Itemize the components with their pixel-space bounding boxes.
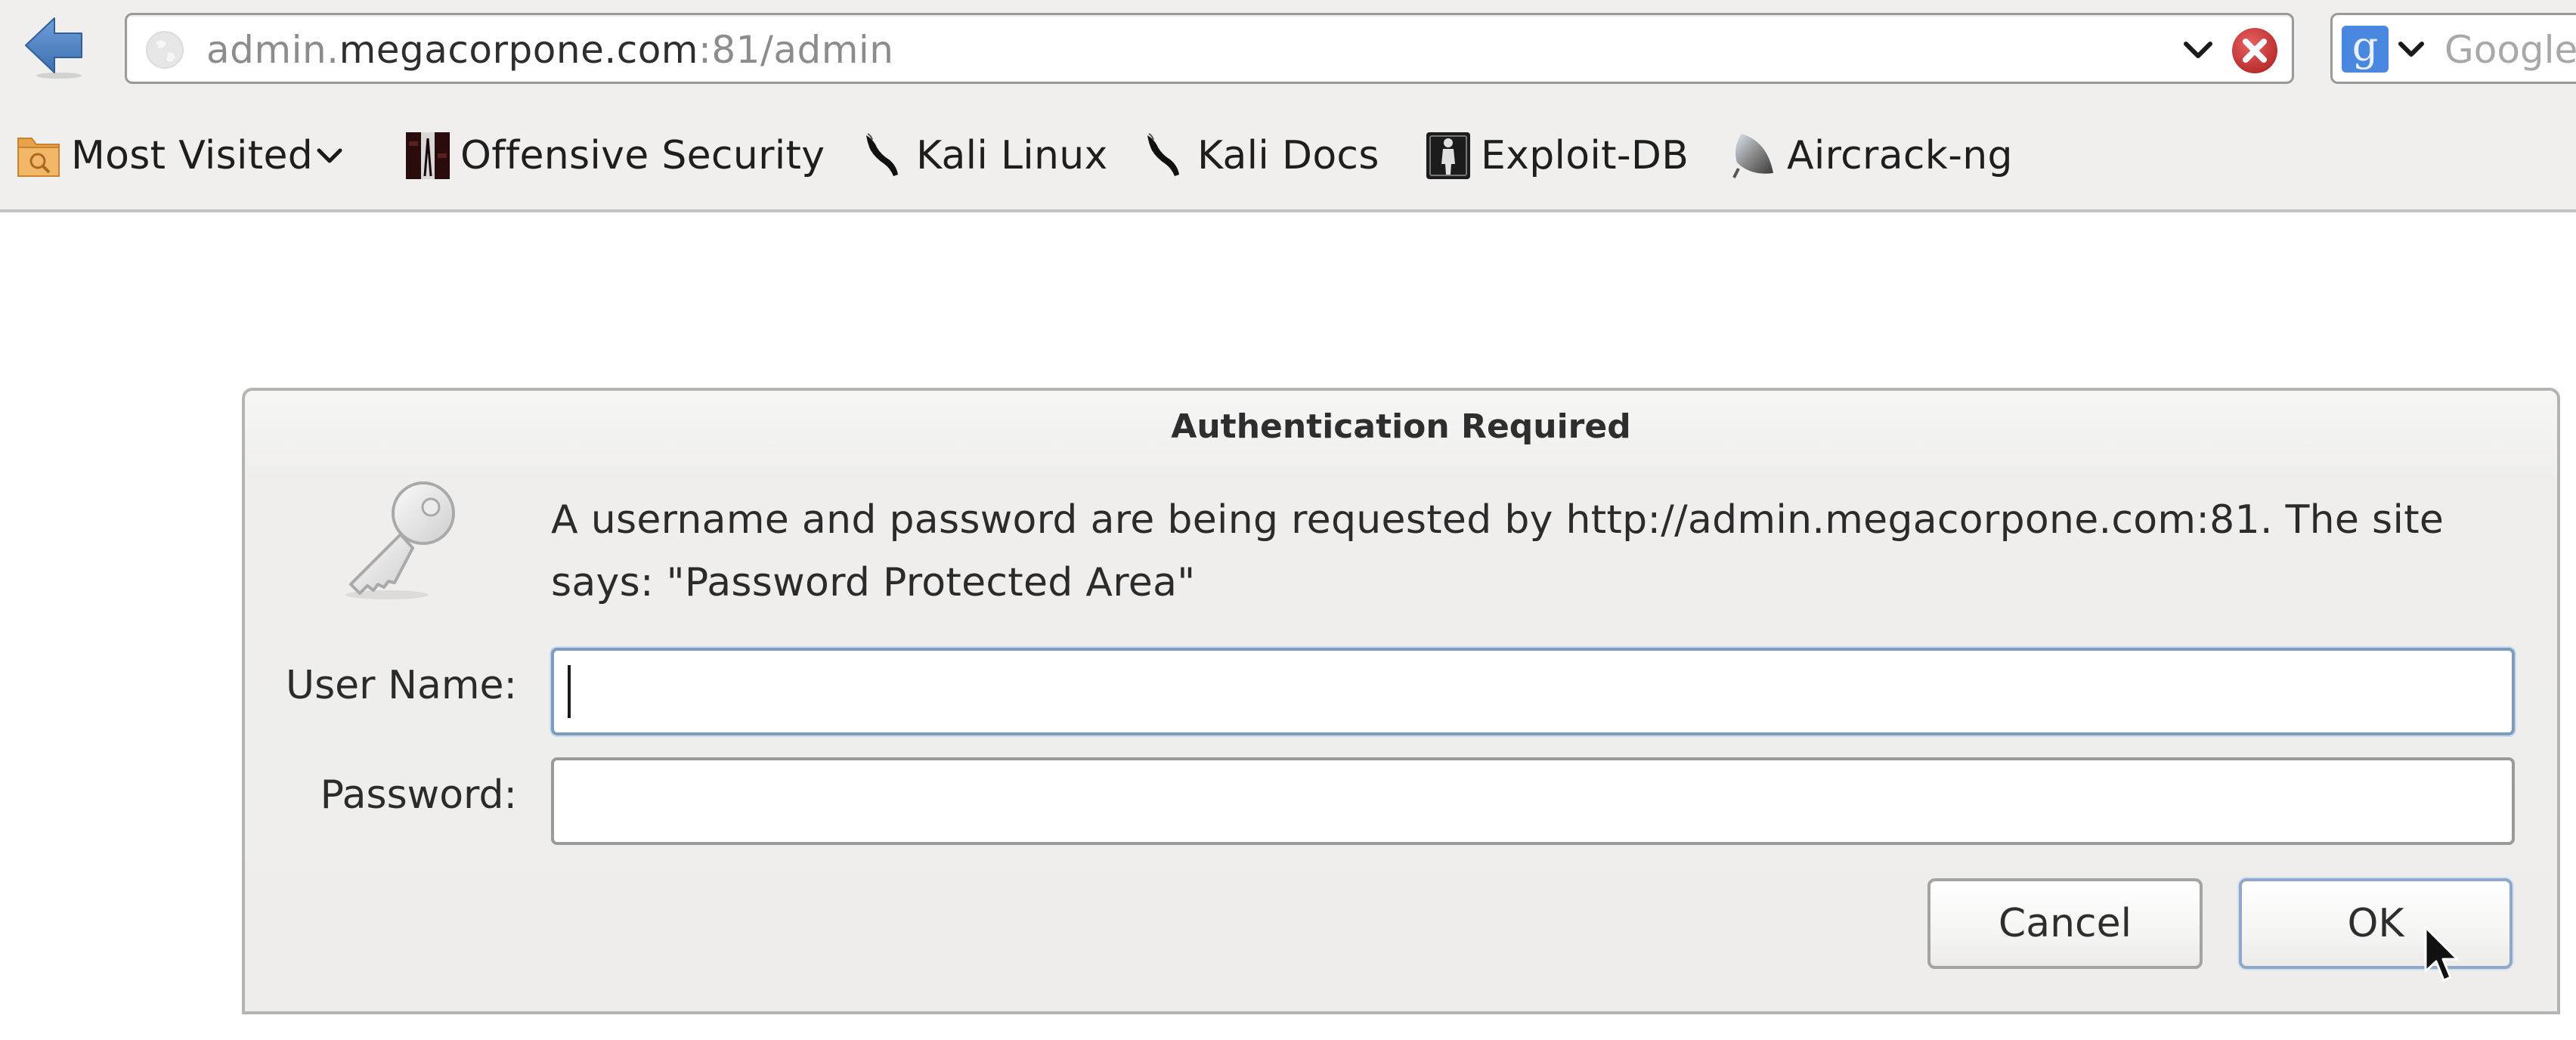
bookmark-label: Exploit-DB — [1481, 133, 1689, 178]
bookmark-label: Most Visited — [71, 133, 314, 178]
chevron-down-icon[interactable] — [2181, 35, 2215, 65]
text-caret — [568, 665, 571, 718]
dialog-message: A username and password are being reques… — [551, 489, 2516, 614]
ok-button[interactable]: OK — [2239, 878, 2513, 969]
url-text[interactable]: admin.megacorpone.com:81/admin — [206, 26, 894, 74]
password-input[interactable] — [551, 757, 2515, 845]
folder-icon — [17, 138, 60, 177]
engine-glyph: g — [2352, 23, 2379, 70]
bookmark-aircrack-ng[interactable]: Aircrack-ng — [1731, 128, 2013, 183]
kali-dragon-icon — [866, 133, 898, 176]
bookmark-offensive-security[interactable]: Offensive Security — [404, 128, 825, 183]
stop-x-icon[interactable] — [2230, 26, 2280, 76]
bookmark-exploit-db[interactable]: Exploit-DB — [1425, 128, 1689, 183]
globe-icon — [146, 31, 184, 69]
bookmark-most-visited[interactable]: Most Visited — [15, 128, 343, 183]
url-subdomain: admin. — [206, 28, 339, 72]
exploit-db-icon — [1426, 132, 1470, 179]
offensive-security-icon — [406, 132, 450, 179]
cancel-button[interactable]: Cancel — [1927, 878, 2203, 969]
username-label: User Name: — [286, 663, 517, 708]
bookmark-kali-docs[interactable]: Kali Docs — [1141, 128, 1379, 183]
bookmark-kali-linux[interactable]: Kali Linux — [860, 128, 1108, 183]
password-label: Password: — [320, 772, 517, 818]
dialog-message-line-1: A username and password are being reques… — [551, 497, 2444, 543]
bookmark-label: Offensive Security — [460, 133, 825, 178]
aircrack-icon — [1732, 134, 1773, 178]
navigation-toolbar: admin.megacorpone.com:81/admin g Google — [0, 0, 2576, 106]
bookmark-label: Kali Docs — [1197, 133, 1379, 178]
url-path: :81/admin — [698, 28, 894, 72]
search-input[interactable]: Google — [2444, 26, 2576, 74]
bookmark-label: Kali Linux — [916, 133, 1108, 178]
bookmark-label: Aircrack-ng — [1787, 133, 2013, 178]
kali-dragon-icon — [1147, 133, 1179, 176]
search-bar[interactable]: g Google — [2330, 13, 2576, 84]
username-input[interactable] — [551, 648, 2515, 735]
authentication-dialog: Authentication Required A username and p… — [242, 388, 2560, 1014]
engine-chevron-down-icon[interactable] — [2396, 36, 2426, 63]
back-arrow-icon — [25, 17, 82, 79]
google-icon[interactable]: g — [2342, 26, 2389, 73]
dialog-title: Authentication Required — [1171, 407, 1631, 446]
url-bar[interactable]: admin.megacorpone.com:81/admin — [125, 13, 2294, 84]
key-icon — [345, 481, 455, 599]
dialog-message-line-2: says: "Password Protected Area" — [551, 560, 1196, 605]
back-button[interactable] — [21, 15, 89, 79]
chevron-down-icon — [317, 148, 342, 163]
bookmarks-toolbar: Most Visited Offensive Security Kali Lin… — [0, 106, 2576, 212]
url-host: megacorpone.com — [339, 28, 699, 72]
